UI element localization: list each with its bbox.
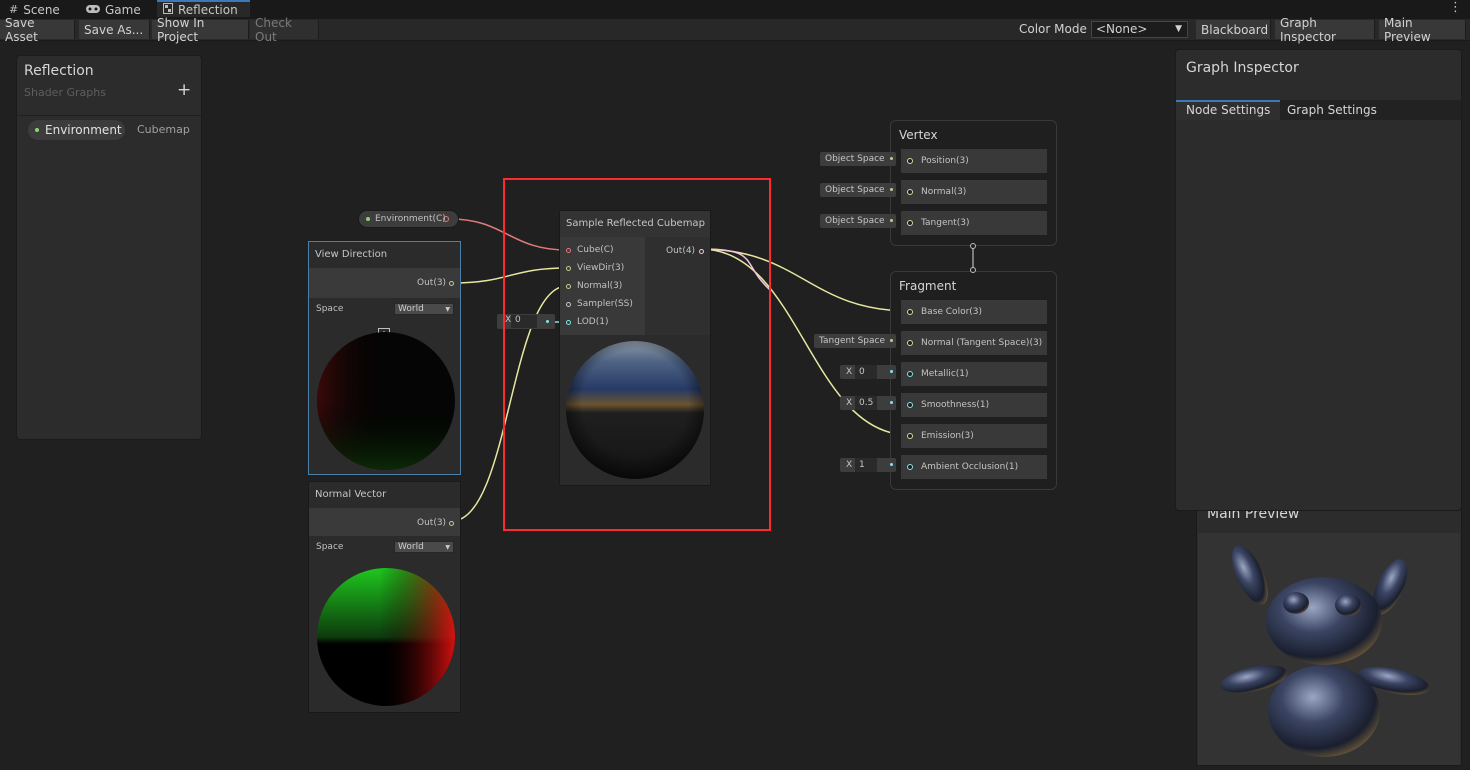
environment-property-node[interactable]: Environment(C) — [358, 210, 459, 228]
block-label: Smoothness(1) — [921, 400, 990, 410]
input-value: Object Space — [825, 154, 885, 164]
view-direction-node[interactable]: View Direction Out(3) Space World ▼ ^ — [308, 241, 461, 475]
graph-inspector-title: Graph Inspector — [1186, 60, 1299, 76]
vertex-out-port[interactable] — [970, 243, 976, 249]
view-direction-preview — [317, 332, 455, 470]
view-direction-title: View Direction — [309, 242, 460, 268]
space-dropdown[interactable]: World ▼ — [394, 303, 454, 315]
output-label: Out(3) — [417, 518, 447, 528]
block-label: Emission(3) — [921, 431, 974, 441]
tangent-space-input[interactable]: Tangent Space — [814, 334, 896, 348]
smoothness-input[interactable]: X 0.5 — [840, 396, 896, 410]
node-body: Space World ▼ — [309, 536, 460, 712]
input-value: Object Space — [825, 185, 885, 195]
fragment-block-smoothness[interactable]: Smoothness(1) — [901, 393, 1047, 417]
block-label: Normal (Tangent Space)(3) — [921, 338, 1043, 348]
fragment-title: Fragment — [899, 279, 957, 293]
connector-dot — [890, 401, 893, 404]
block-label: Ambient Occlusion(1) — [921, 462, 1019, 472]
tab-node-settings[interactable]: Node Settings — [1176, 100, 1281, 120]
output-row: Out(3) — [309, 508, 460, 536]
fragment-block-base-color[interactable]: Base Color(3) — [901, 300, 1047, 324]
x-label: X — [846, 367, 853, 377]
input-value: Tangent Space — [819, 336, 885, 346]
connector-dot — [890, 219, 893, 222]
output-port[interactable] — [449, 281, 454, 286]
normal-vector-title: Normal Vector — [309, 482, 460, 508]
chevron-down-icon: ▼ — [445, 544, 450, 551]
tab-graph-settings[interactable]: Graph Settings — [1277, 100, 1387, 120]
block-label: Position(3) — [921, 156, 969, 166]
chevron-down-icon: ▼ — [445, 306, 450, 313]
object-space-input[interactable]: Object Space — [820, 214, 896, 228]
vertex-stack[interactable]: Vertex Position(3) Normal(3) Tangent(3) — [890, 120, 1057, 246]
x-label: X — [846, 460, 853, 470]
graph-inspector-panel[interactable]: Graph Inspector Node Settings Graph Sett… — [1175, 49, 1462, 511]
block-port[interactable] — [907, 220, 913, 226]
vertex-title: Vertex — [899, 128, 938, 142]
block-label: Base Color(3) — [921, 307, 983, 317]
block-label: Normal(3) — [921, 187, 967, 197]
connector-dot — [890, 157, 893, 160]
fragment-block-emission[interactable]: Emission(3) — [901, 424, 1047, 448]
block-port[interactable] — [907, 340, 913, 346]
connector-dot — [890, 339, 893, 342]
block-port[interactable] — [907, 371, 913, 377]
output-row: Out(3) — [309, 268, 460, 296]
object-space-input[interactable]: Object Space — [820, 152, 896, 166]
connector-dot — [890, 188, 893, 191]
metallic-value-field[interactable]: 0 — [855, 365, 877, 379]
block-label: Metallic(1) — [921, 369, 969, 379]
fragment-in-port[interactable] — [970, 267, 976, 273]
connector-dot — [890, 370, 893, 373]
fragment-block-metallic[interactable]: Metallic(1) — [901, 362, 1047, 386]
vertex-block-position[interactable]: Position(3) — [901, 149, 1047, 173]
output-port[interactable] — [449, 521, 454, 526]
environment-node-label: Environment(C) — [375, 214, 446, 224]
node-body: Space World ▼ ^ — [309, 298, 460, 474]
block-label: Tangent(3) — [921, 218, 970, 228]
block-port[interactable] — [907, 402, 913, 408]
connector-dot — [890, 463, 893, 466]
block-port[interactable] — [907, 464, 913, 470]
fragment-stack[interactable]: Fragment Base Color(3) Normal (Tangent S… — [890, 271, 1057, 490]
normal-vector-node[interactable]: Normal Vector Out(3) Space World ▼ — [308, 481, 461, 713]
ambient-occlusion-input[interactable]: X1 — [840, 458, 896, 472]
object-space-input[interactable]: Object Space — [820, 183, 896, 197]
block-port[interactable] — [907, 189, 913, 195]
space-value: World — [398, 542, 424, 552]
main-preview-panel[interactable]: Main Preview — [1196, 500, 1462, 766]
highlight-box — [503, 178, 771, 531]
fragment-block-normal[interactable]: Normal (Tangent Space)(3) — [901, 331, 1047, 355]
vertex-block-tangent[interactable]: Tangent(3) — [901, 211, 1047, 235]
metallic-input[interactable]: X0 — [840, 365, 896, 379]
block-port[interactable] — [907, 158, 913, 164]
input-value: Object Space — [825, 216, 885, 226]
bunny-model-preview — [1220, 545, 1430, 757]
space-label: Space — [316, 304, 344, 314]
main-preview-viewport[interactable] — [1198, 533, 1460, 765]
space-value: World — [398, 304, 424, 314]
x-label: X — [846, 398, 853, 408]
vertex-block-normal[interactable]: Normal(3) — [901, 180, 1047, 204]
output-label: Out(3) — [417, 278, 447, 288]
property-dot-icon — [366, 217, 370, 221]
fragment-block-ambient-occlusion[interactable]: Ambient Occlusion(1) — [901, 455, 1047, 479]
ao-value-field[interactable]: 1 — [855, 458, 877, 472]
block-port[interactable] — [907, 433, 913, 439]
normal-vector-preview — [317, 568, 455, 706]
smoothness-value-field[interactable]: 0.5 — [855, 396, 877, 410]
block-port[interactable] — [907, 309, 913, 315]
space-label: Space — [316, 542, 344, 552]
output-port[interactable] — [443, 216, 449, 222]
space-dropdown[interactable]: World ▼ — [394, 541, 454, 553]
